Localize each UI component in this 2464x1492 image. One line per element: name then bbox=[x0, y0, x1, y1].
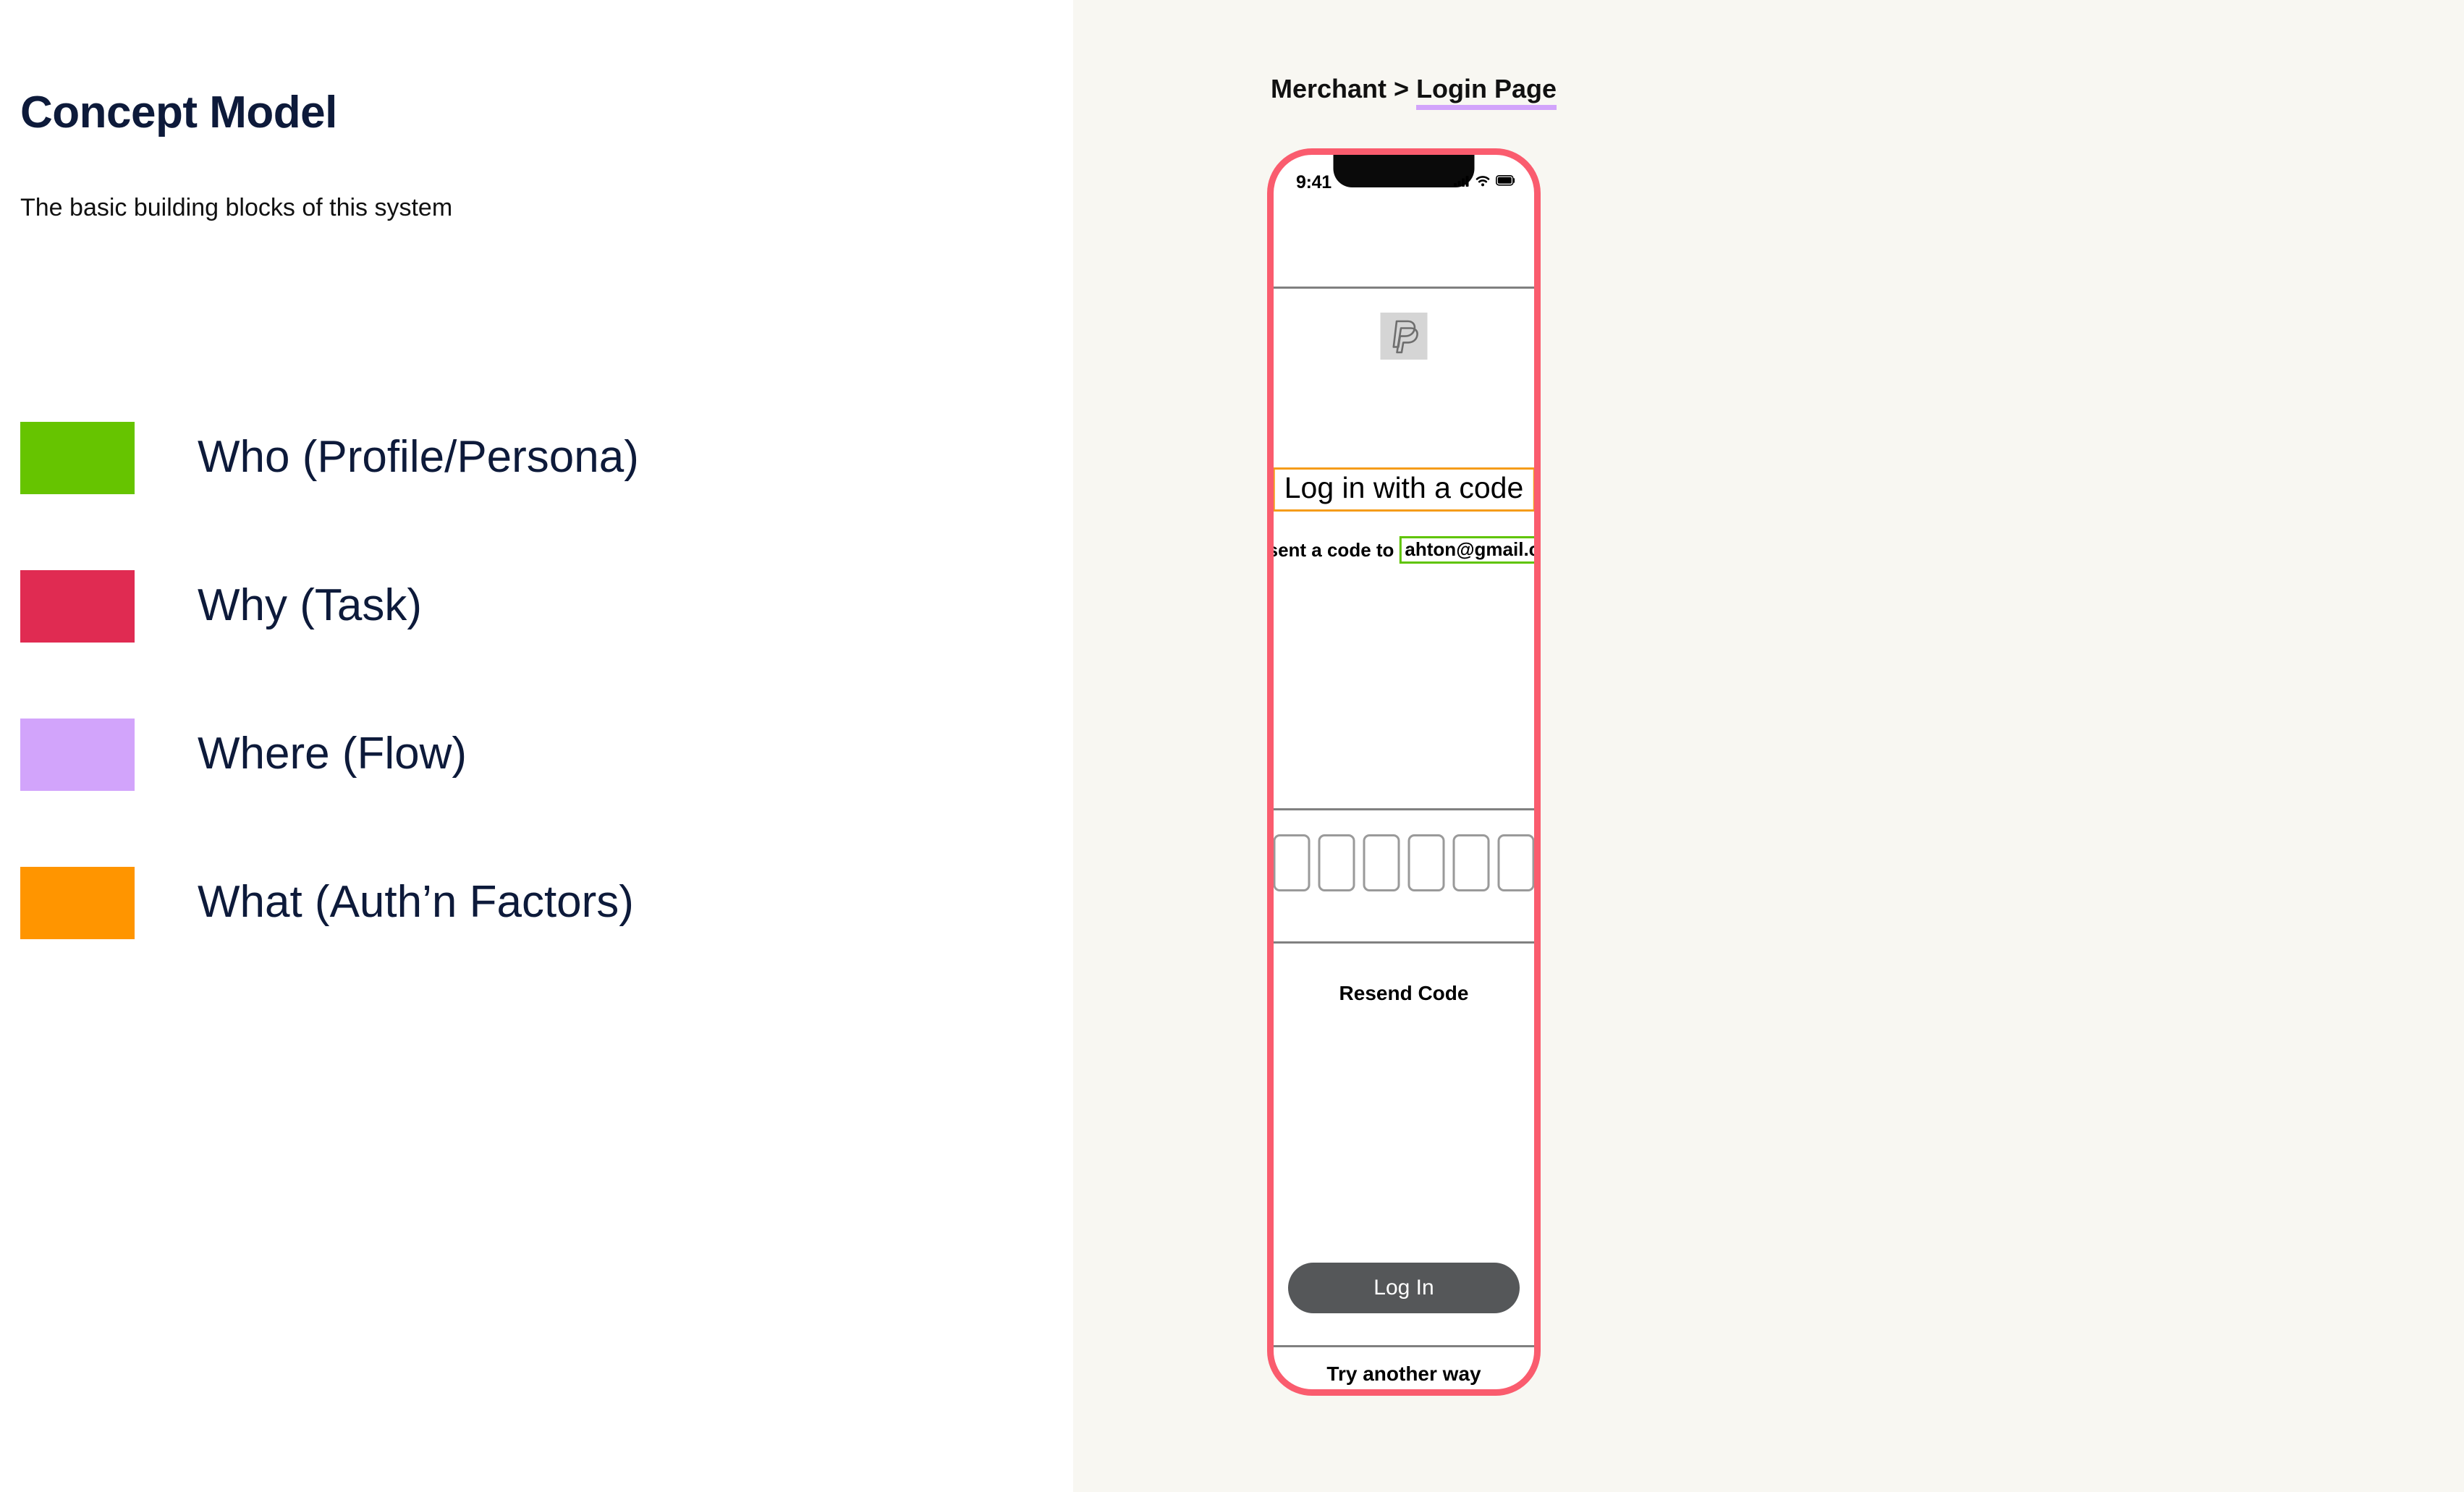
battery-icon bbox=[1496, 175, 1515, 190]
status-time: 9:41 bbox=[1296, 171, 1332, 192]
breadcrumb-prefix: Merchant > bbox=[1271, 74, 1417, 103]
wifi-icon bbox=[1476, 175, 1490, 190]
legend-swatch-why bbox=[20, 570, 135, 643]
left-panel: Concept Model The basic building blocks … bbox=[0, 0, 1073, 1492]
email-highlight-box: ahton@gmail.com bbox=[1399, 536, 1534, 564]
headline-text: Log in with a code bbox=[1284, 471, 1524, 504]
legend-item-what: What (Auth’n Factors) bbox=[20, 867, 961, 1015]
legend-swatch-what bbox=[20, 867, 135, 939]
legend-swatch-where bbox=[20, 719, 135, 791]
legend-item-who: Who (Profile/Persona) bbox=[20, 422, 961, 570]
divider-above-otp bbox=[1274, 808, 1534, 810]
status-bar: 9:41 bbox=[1274, 155, 1534, 200]
legend-swatch-who bbox=[20, 422, 135, 494]
login-button-label: Log In bbox=[1373, 1276, 1434, 1300]
subline-prefix: We sent a code to bbox=[1267, 538, 1394, 561]
subline: We sent a code to ahton@gmail.com bbox=[1267, 536, 1534, 564]
legend-label-what: What (Auth’n Factors) bbox=[198, 877, 634, 927]
divider-below-status-bar bbox=[1274, 287, 1534, 289]
breadcrumb[interactable]: Merchant > Login Page bbox=[1271, 74, 1557, 110]
right-panel: Merchant > Login Page Where What Who Che… bbox=[1073, 0, 2464, 1492]
otp-digit-5[interactable] bbox=[1452, 834, 1490, 891]
divider-below-otp bbox=[1274, 941, 1534, 944]
otp-digit-3[interactable] bbox=[1363, 834, 1400, 891]
headline-highlight-box: Log in with a code bbox=[1274, 467, 1534, 512]
legend-label-where: Where (Flow) bbox=[198, 729, 467, 779]
legend-item-where: Where (Flow) bbox=[20, 719, 961, 867]
legend-list: Who (Profile/Persona) Why (Task) Where (… bbox=[20, 422, 961, 1015]
resend-code-button[interactable]: Resend Code bbox=[1339, 982, 1469, 1005]
status-icons bbox=[1454, 175, 1515, 190]
otp-digit-1[interactable] bbox=[1274, 834, 1311, 891]
otp-input-row[interactable] bbox=[1274, 834, 1534, 891]
otp-digit-2[interactable] bbox=[1318, 834, 1355, 891]
paypal-logo-icon bbox=[1380, 313, 1428, 360]
login-button[interactable]: Log In bbox=[1288, 1263, 1520, 1313]
page-subtitle: The basic building blocks of this system bbox=[20, 194, 453, 221]
divider-bottom bbox=[1274, 1345, 1534, 1347]
otp-digit-4[interactable] bbox=[1407, 834, 1445, 891]
try-another-way-button[interactable]: Try another way bbox=[1326, 1362, 1481, 1386]
otp-digit-6[interactable] bbox=[1497, 834, 1534, 891]
legend-item-why: Why (Task) bbox=[20, 570, 961, 719]
legend-label-why: Why (Task) bbox=[198, 580, 422, 630]
breadcrumb-current-page[interactable]: Login Page bbox=[1416, 74, 1557, 110]
cellular-signal-icon bbox=[1454, 175, 1470, 190]
page-title: Concept Model bbox=[20, 88, 337, 137]
phone-mockup: 9:41 Log in with a code sent a code to a… bbox=[1267, 148, 1541, 1396]
legend-label-who: Who (Profile/Persona) bbox=[198, 432, 639, 482]
